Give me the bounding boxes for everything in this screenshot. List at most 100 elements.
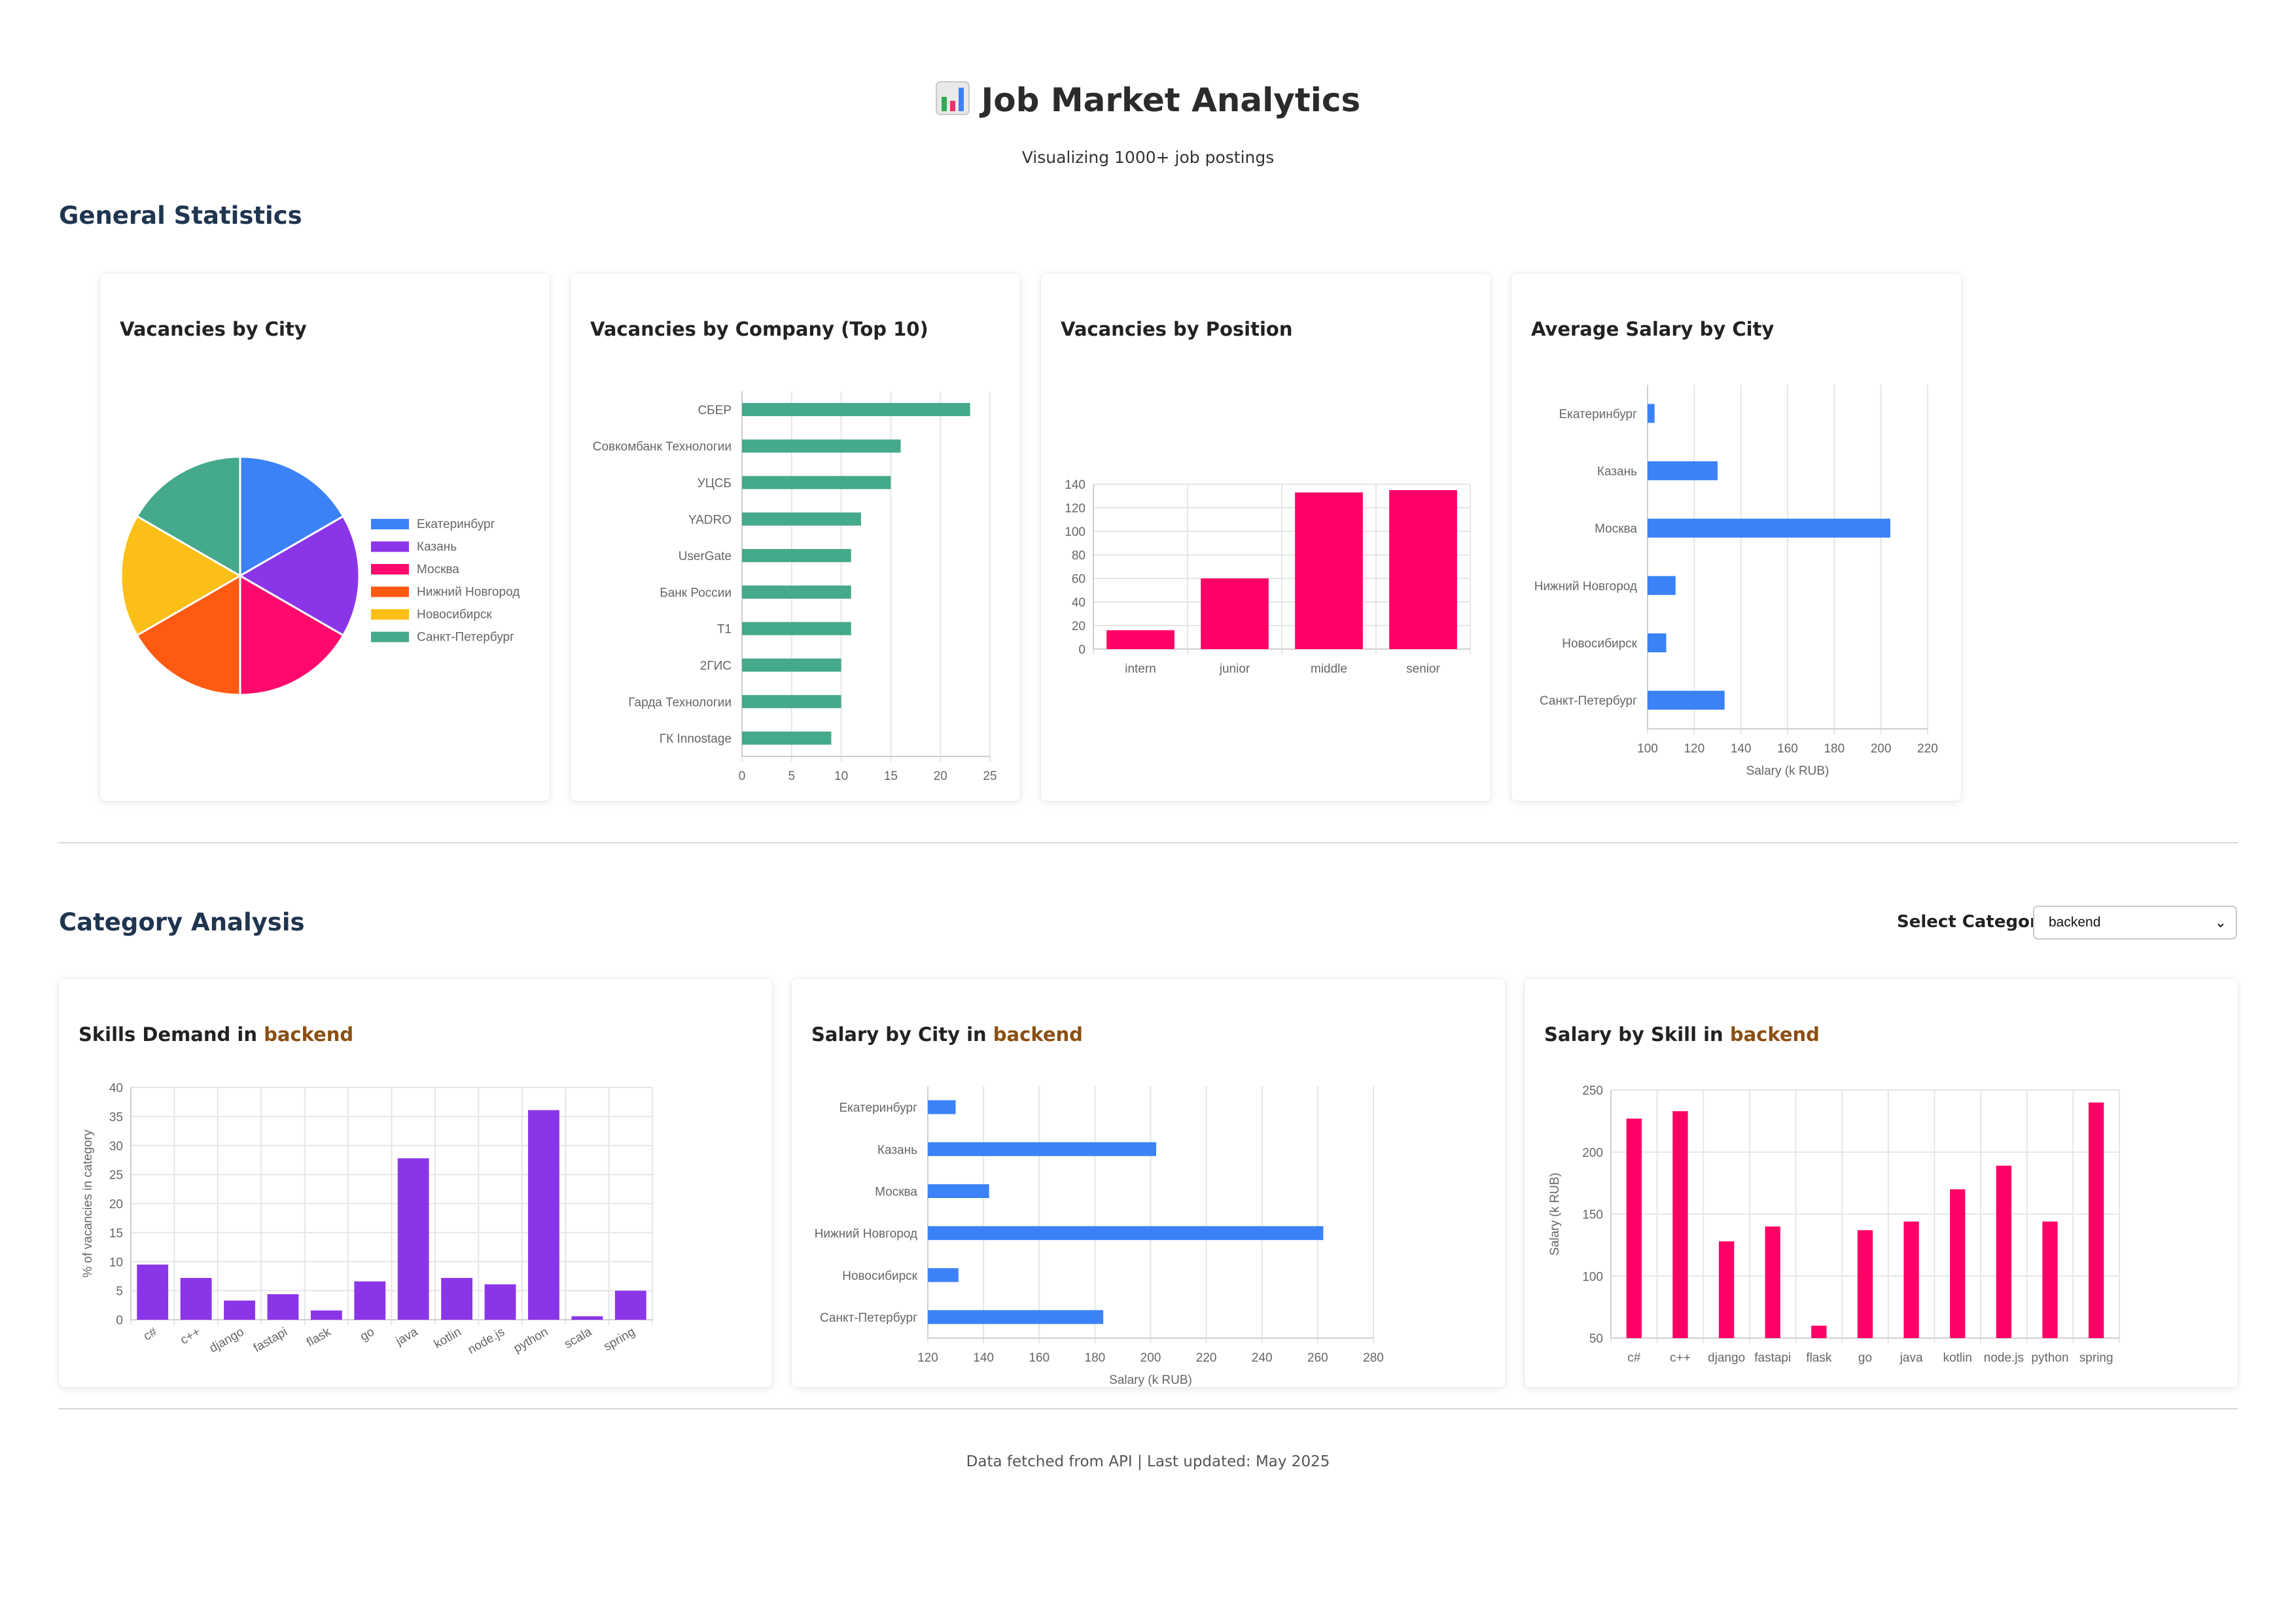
- y-tick-label: 0: [116, 1314, 123, 1328]
- bar: [614, 1290, 646, 1320]
- bar: [180, 1278, 212, 1320]
- y-tick-label: 2ГИС: [700, 660, 732, 673]
- bar-chart-icon: [935, 81, 970, 123]
- bar: [928, 1268, 959, 1282]
- bar: [1389, 490, 1457, 649]
- bar: [224, 1300, 255, 1320]
- y-tick-label: 40: [109, 1082, 123, 1095]
- y-tick-label: 200: [1582, 1146, 1603, 1160]
- section-title-general: General Statistics: [59, 202, 302, 230]
- bar: [310, 1310, 342, 1320]
- y-tick-label: Казань: [877, 1143, 917, 1157]
- bar: [2089, 1102, 2104, 1338]
- chart-vacancies-by-city: Екатеринбург Казань Москва Нижний Новгород Н…: [120, 455, 520, 696]
- legend-label: Москва: [417, 563, 459, 576]
- x-tick-label: 180: [1085, 1351, 1106, 1365]
- x-tick-label: c++: [1670, 1351, 1691, 1365]
- y-tick-label: Санкт-Петербург: [1540, 694, 1637, 708]
- x-tick-label: 180: [1824, 742, 1845, 756]
- y-tick-label: УЦСБ: [698, 477, 732, 491]
- y-tick-label: СБЕР: [698, 404, 732, 417]
- y-tick-label: 80: [1072, 549, 1086, 563]
- bar: [1811, 1326, 1827, 1338]
- bar: [742, 476, 891, 489]
- y-tick-label: Гарда Технологии: [628, 696, 732, 709]
- legend-swatch: [371, 519, 409, 529]
- y-tick-label: 25: [109, 1169, 123, 1182]
- bar: [1648, 690, 1725, 710]
- bar: [742, 402, 970, 416]
- bar: [928, 1184, 989, 1199]
- bar: [1648, 633, 1667, 652]
- x-tick-label: c++: [178, 1325, 203, 1347]
- y-tick-label: 250: [1582, 1084, 1603, 1098]
- y-tick-label: Нижний Новгород: [815, 1227, 917, 1241]
- x-tick-label: 5: [788, 769, 796, 783]
- x-tick-label: go: [358, 1325, 377, 1344]
- y-tick-label: 35: [109, 1110, 123, 1124]
- bar: [1626, 1118, 1642, 1338]
- bar: [742, 695, 841, 709]
- x-tick-label: senior: [1406, 662, 1440, 676]
- divider: [59, 842, 2238, 843]
- y-tick-label: 100: [1065, 525, 1086, 539]
- page-title-text: Job Market Analytics: [981, 81, 1361, 119]
- y-tick-label: 15: [109, 1227, 123, 1241]
- bar: [1648, 461, 1718, 480]
- y-tick-label: Казань: [1597, 465, 1637, 479]
- y-tick-label: Нижний Новгород: [1534, 580, 1637, 593]
- y-tick-label: Москва: [875, 1185, 917, 1199]
- footer-text: Data fetched from API | Last updated: Ma…: [966, 1453, 1330, 1470]
- legend-swatch: [371, 631, 409, 643]
- x-tick-label: python: [2032, 1351, 2069, 1365]
- y-tick-label: 50: [1589, 1332, 1603, 1346]
- y-tick-label: 20: [1072, 620, 1086, 633]
- x-tick-label: 140: [973, 1351, 994, 1365]
- y-tick-label: 140: [1065, 478, 1086, 492]
- bar: [528, 1110, 559, 1320]
- card-average-salary-by-city: Average Salary by City 100 120 140 160 180 20…: [1511, 274, 1961, 801]
- bar: [1295, 492, 1363, 649]
- y-tick-label: Москва: [1595, 522, 1637, 536]
- chart-salary-by-city-category: 120 140 160 180 200 220 240 260 280 Екатеринбург К…: [815, 1086, 1384, 1387]
- x-tick-label: node.js: [465, 1325, 507, 1357]
- category-select-label: Select Category:: [1897, 912, 2057, 932]
- y-tick-label: 150: [1582, 1209, 1603, 1222]
- bar: [742, 549, 851, 563]
- x-tick-label: c#: [141, 1325, 160, 1343]
- x-tick-label: flask: [304, 1325, 334, 1350]
- bar: [1106, 630, 1174, 649]
- bar: [354, 1281, 386, 1320]
- bar: [2042, 1221, 2058, 1338]
- x-axis-label: Salary (k RUB): [1746, 764, 1829, 778]
- chevron-down-icon: ⌄: [2214, 914, 2227, 930]
- bar: [928, 1142, 1157, 1156]
- y-tick-label: Т1: [717, 623, 732, 637]
- x-tick-label: 0: [739, 769, 746, 783]
- y-tick-label: 120: [1065, 502, 1086, 516]
- x-tick-label: junior: [1219, 662, 1250, 676]
- y-tick-label: 60: [1072, 573, 1086, 586]
- x-tick-label: 260: [1307, 1351, 1328, 1365]
- y-tick-label: Совкомбанк Технологии: [593, 440, 732, 454]
- y-tick-label: 100: [1582, 1270, 1603, 1284]
- card-vacancies-by-company: Vacancies by Company (Top 10) 0 5 10 15 20 25…: [571, 274, 1020, 801]
- bar: [1996, 1165, 2012, 1338]
- x-tick-label: python: [512, 1325, 551, 1356]
- x-axis-label: Salary (k RUB): [1109, 1373, 1192, 1387]
- y-tick-label: YADRO: [688, 513, 732, 527]
- legend-label: Новосибирск: [417, 608, 492, 622]
- category-select[interactable]: backend ⌄: [2033, 906, 2237, 940]
- y-tick-label: Екатеринбург: [839, 1101, 917, 1115]
- legend-label: Казань: [417, 540, 457, 554]
- x-tick-label: 160: [1029, 1351, 1050, 1365]
- bar: [1765, 1226, 1780, 1338]
- legend-swatch: [371, 564, 409, 574]
- y-axis-label: Salary (k RUB): [1548, 1173, 1562, 1256]
- x-tick-label: fastapi: [1754, 1351, 1791, 1365]
- y-tick-label: 5: [116, 1285, 123, 1299]
- bar: [1903, 1221, 1919, 1338]
- x-tick-label: middle: [1311, 662, 1347, 676]
- bar: [928, 1100, 956, 1114]
- y-tick-label: 0: [1078, 643, 1086, 657]
